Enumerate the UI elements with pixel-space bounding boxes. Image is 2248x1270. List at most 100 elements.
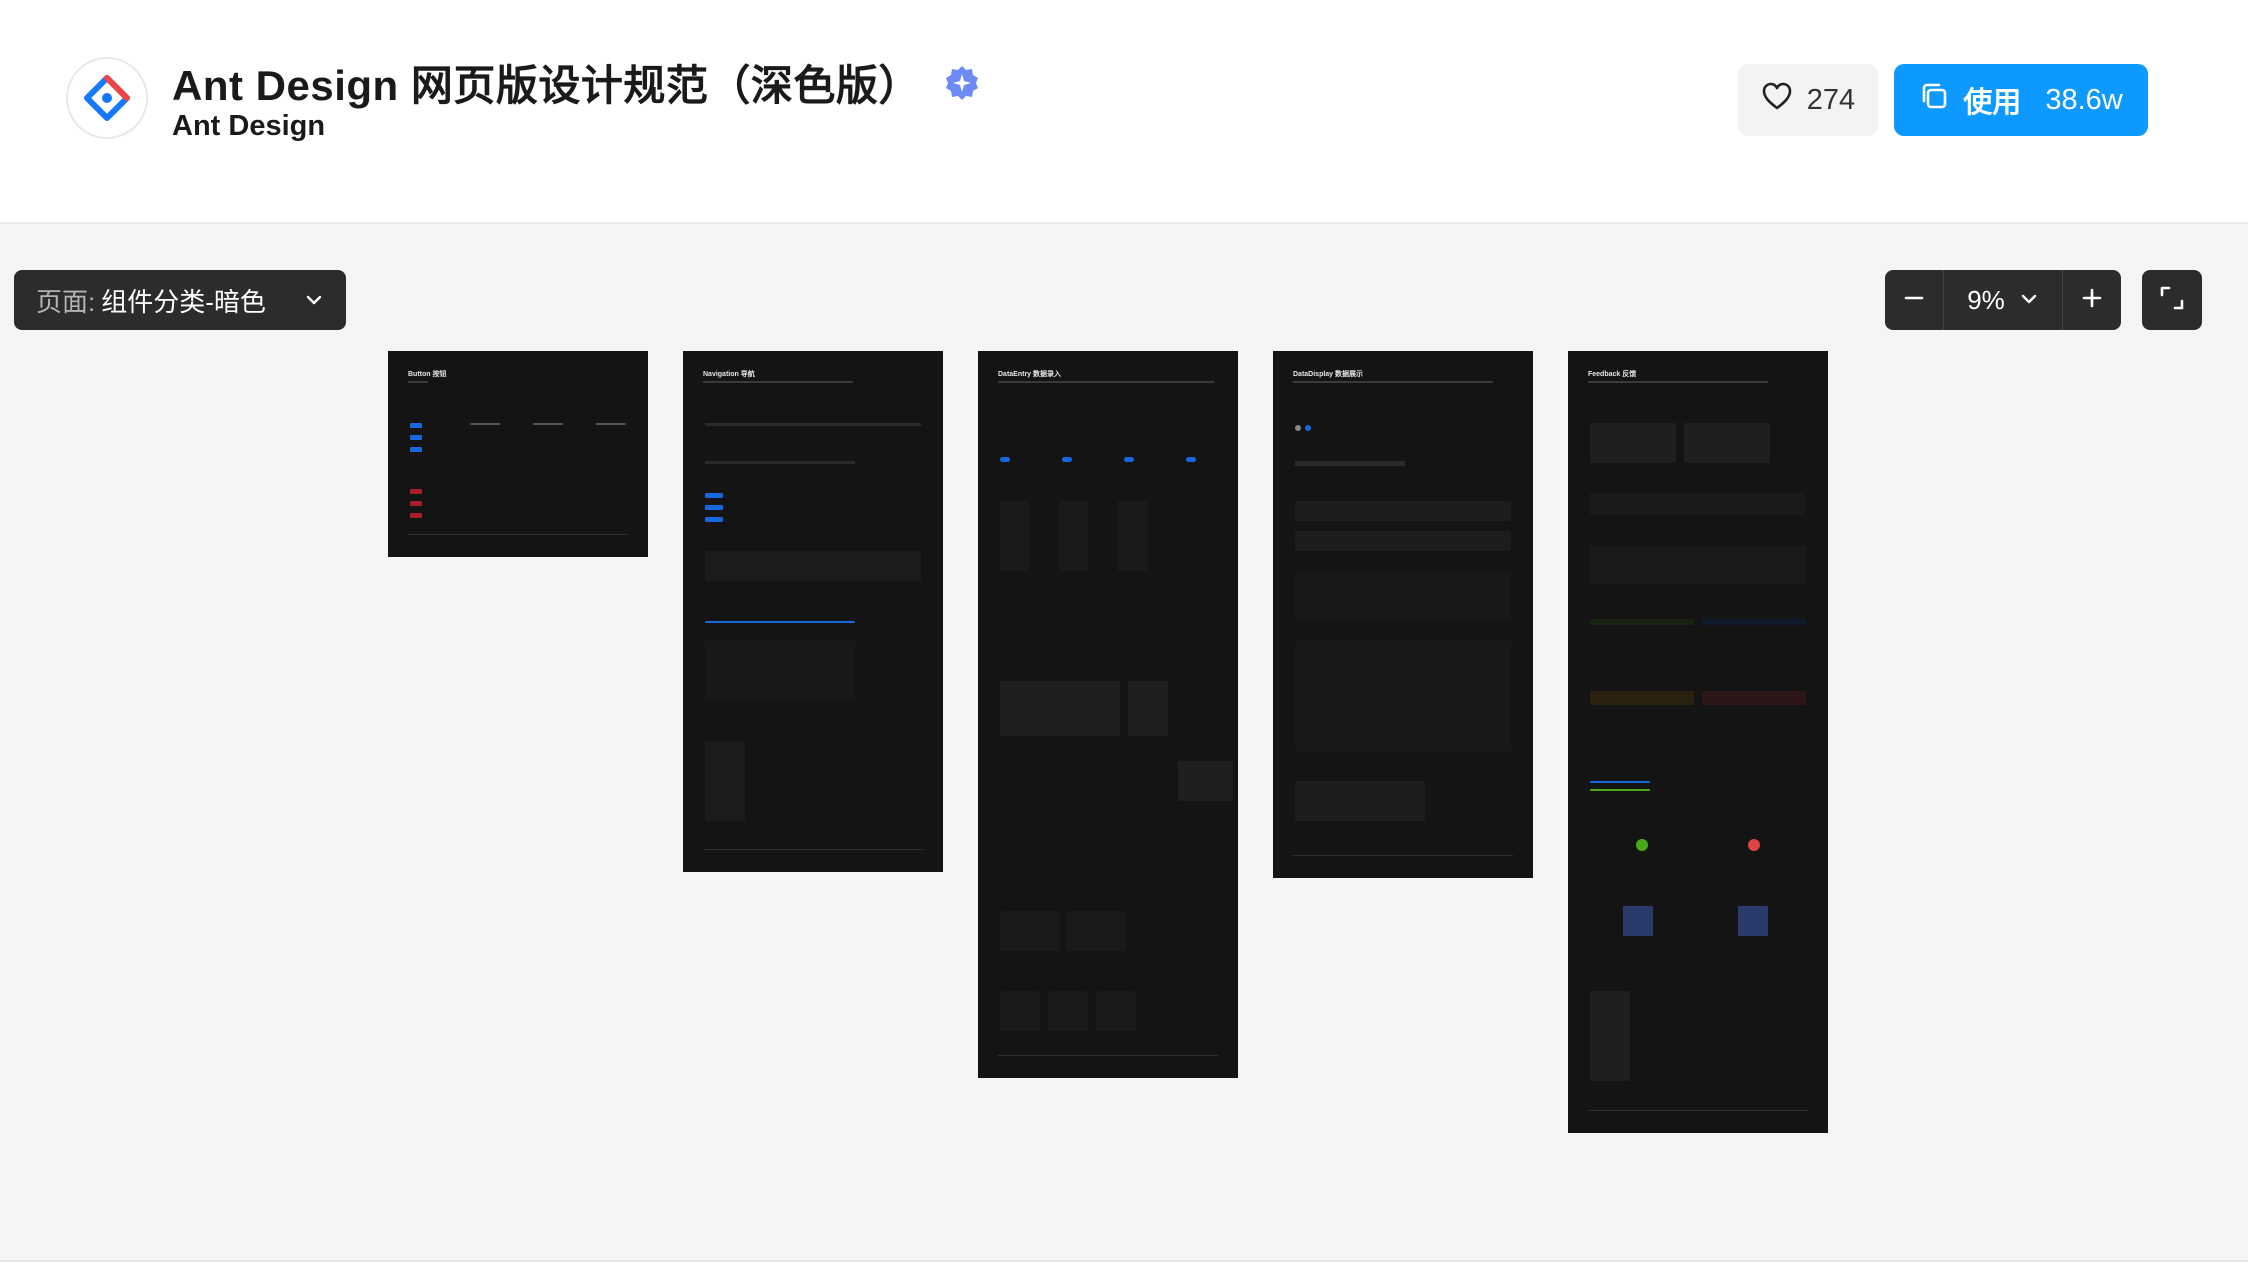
zoom-level-dropdown[interactable]: 9%	[1943, 270, 2063, 330]
button-sample	[410, 435, 422, 440]
alert-warning-sample	[1590, 691, 1694, 705]
like-count: 274	[1806, 83, 1856, 116]
card-sample	[1295, 531, 1511, 551]
text-sample	[533, 423, 563, 425]
chevron-down-icon	[2019, 285, 2039, 316]
text-sample	[596, 423, 626, 425]
frame-footer	[998, 1055, 1218, 1056]
modal-sample	[1684, 423, 1770, 463]
frame-subtitle-bar	[998, 381, 1214, 383]
minus-icon	[1903, 285, 1925, 316]
zoom-level: 9%	[1967, 284, 2005, 315]
like-button[interactable]: 274	[1738, 64, 1878, 136]
tabs-sample	[705, 461, 855, 464]
expand-icon	[2158, 284, 2186, 317]
avatar-sample	[1305, 425, 1311, 431]
button-sample	[410, 513, 422, 518]
frame-title: DataDisplay 数据展示	[1293, 371, 1364, 378]
card-sample	[1295, 501, 1511, 521]
table-sample	[1295, 571, 1511, 621]
progress-sample	[1590, 781, 1650, 783]
input-sample	[1118, 501, 1148, 571]
alert-error-sample	[1702, 691, 1806, 705]
button-sample	[410, 423, 422, 428]
dropdown-sample	[705, 741, 745, 821]
menu-sample	[705, 505, 723, 510]
file-title: Ant Design 网页版设计规范（深色版）	[172, 62, 921, 109]
progress-sample	[1590, 789, 1650, 791]
frame-title: Button 按钮	[408, 371, 447, 378]
notification-sample	[1590, 493, 1806, 515]
verified-badge-icon	[943, 64, 981, 102]
upload-sample	[1066, 911, 1126, 951]
frame-title: Feedback 反馈	[1588, 371, 1637, 378]
input-sample	[1058, 501, 1088, 571]
frame-thumbnail-navigation[interactable]: Navigation 导航	[683, 351, 943, 872]
alert-success-sample	[1590, 619, 1694, 625]
page-selector[interactable]: 页面: 组件分类-暗色	[14, 270, 346, 330]
frame-subtitle-bar	[703, 381, 853, 383]
bottom-divider	[0, 1260, 2248, 1270]
result-404-illustration	[1738, 906, 1768, 936]
alert-info-sample	[1702, 619, 1806, 625]
result-403-illustration	[1623, 906, 1653, 936]
menu-sample	[705, 517, 723, 522]
use-count: 38.6w	[2045, 83, 2123, 116]
switch-sample	[1186, 457, 1196, 462]
ant-design-logo[interactable]	[66, 57, 148, 139]
page-header-sample	[705, 551, 921, 581]
frame-thumbnail-feedback[interactable]: Feedback 反馈	[1568, 351, 1828, 1133]
chevron-down-icon	[304, 290, 324, 310]
steps-sample	[705, 621, 855, 623]
calendar-sample	[1128, 681, 1168, 736]
tag-sample	[1295, 461, 1405, 466]
result-success-icon	[1636, 839, 1648, 851]
fullscreen-button[interactable]	[2142, 270, 2202, 330]
frame-footer	[703, 849, 923, 850]
frame-thumbnail-button[interactable]: Button 按钮	[388, 351, 648, 557]
zoom-in-button[interactable]	[2063, 270, 2121, 330]
calendar-sample	[1178, 761, 1233, 801]
button-sample	[410, 501, 422, 506]
menu-sample	[705, 493, 723, 498]
steps-sample	[705, 641, 855, 701]
frame-thumbnail-dataentry[interactable]: DataEntry 数据录入	[978, 351, 1238, 1078]
transfer-sample	[1000, 991, 1040, 1031]
copy-icon	[1919, 81, 1949, 119]
transfer-sample	[1048, 991, 1088, 1031]
author-name[interactable]: Ant Design	[172, 110, 325, 143]
drawer-sample	[1590, 991, 1630, 1081]
use-button[interactable]: 使用 38.6w	[1894, 64, 2148, 136]
switch-sample	[1062, 457, 1072, 462]
page-selector-label: 页面:	[36, 286, 96, 317]
input-sample	[1000, 501, 1030, 571]
modal-sample	[1590, 423, 1676, 463]
frame-title: Navigation 导航	[703, 371, 755, 378]
transfer-sample	[1096, 991, 1136, 1031]
frame-title: DataEntry 数据录入	[998, 371, 1062, 378]
text-sample	[470, 423, 500, 425]
calendar-sample	[1000, 681, 1120, 736]
frame-subtitle-bar	[408, 381, 428, 383]
avatar-sample	[1295, 425, 1301, 431]
comment-sample	[1295, 781, 1425, 821]
zoom-control: 9%	[1885, 270, 2121, 330]
upload-sample	[1000, 911, 1060, 951]
frame-footer	[1293, 855, 1513, 856]
list-sample	[1295, 641, 1511, 751]
frame-footer	[1588, 1110, 1808, 1111]
plus-icon	[2081, 285, 2103, 316]
frame-thumbnail-datadisplay[interactable]: DataDisplay 数据展示	[1273, 351, 1533, 878]
popconfirm-sample	[1590, 546, 1806, 584]
page-selector-value: 组件分类-暗色	[101, 286, 266, 317]
use-label: 使用	[1963, 87, 2022, 119]
heart-icon	[1761, 81, 1793, 119]
switch-sample	[1124, 457, 1134, 462]
pagination-sample	[705, 423, 921, 426]
canvas-preview[interactable]: 页面: 组件分类-暗色 9% Button 按钮 Navigation 导航 D…	[0, 224, 2248, 1260]
frame-footer	[408, 534, 628, 535]
zoom-out-button[interactable]	[1885, 270, 1943, 330]
frame-subtitle-bar	[1588, 381, 1768, 383]
file-header: Ant Design 网页版设计规范（深色版） Ant Design 274 使…	[0, 0, 2248, 224]
result-error-icon	[1748, 839, 1760, 851]
